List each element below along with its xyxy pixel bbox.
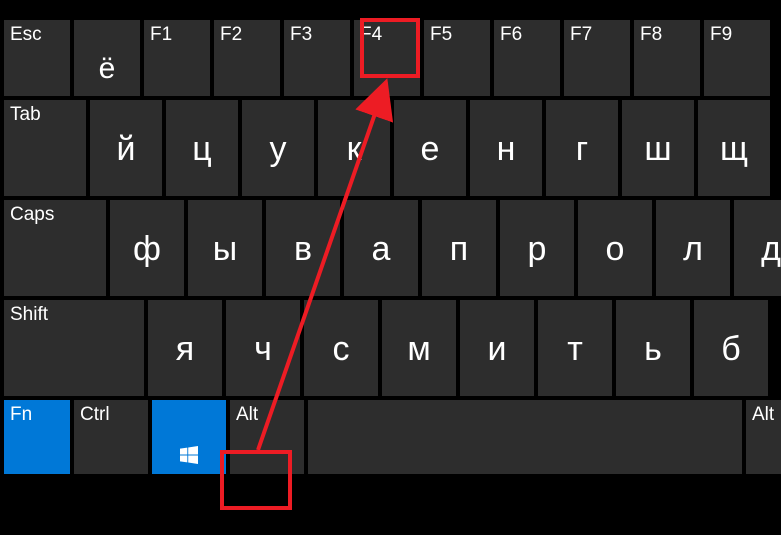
key-tab[interactable]: Tab xyxy=(4,100,86,196)
key-f6[interactable]: F6 xyxy=(494,20,560,96)
key-f[interactable]: а xyxy=(344,200,418,296)
on-screen-keyboard: Esc ё F1 F2 F3 F4 F5 F6 F7 F8 F9 Tab й ц… xyxy=(4,20,781,535)
key-alt-left[interactable]: Alt xyxy=(230,400,304,474)
key-label: я xyxy=(176,330,194,369)
key-label: а xyxy=(372,230,391,269)
key-t[interactable]: е xyxy=(394,100,466,196)
key-label: н xyxy=(497,130,516,169)
key-s[interactable]: ы xyxy=(188,200,262,296)
key-label: ф xyxy=(133,230,161,269)
key-esc[interactable]: Esc xyxy=(4,20,70,96)
key-label: ц xyxy=(192,130,211,169)
key-d[interactable]: в xyxy=(266,200,340,296)
key-label: ё xyxy=(99,52,116,86)
key-fn[interactable]: Fn xyxy=(4,400,70,474)
key-label: F4 xyxy=(360,24,382,46)
key-label: к xyxy=(347,130,362,169)
key-k[interactable]: л xyxy=(656,200,730,296)
key-label: Shift xyxy=(10,304,48,326)
key-q[interactable]: й xyxy=(90,100,162,196)
key-label: д xyxy=(761,230,781,269)
key-f7[interactable]: F7 xyxy=(564,20,630,96)
key-label: F1 xyxy=(150,24,172,46)
key-e[interactable]: у xyxy=(242,100,314,196)
key-label: F3 xyxy=(290,24,312,46)
key-label: Esc xyxy=(10,24,42,46)
key-label: м xyxy=(407,330,430,369)
key-i[interactable]: ш xyxy=(622,100,694,196)
key-label: й xyxy=(117,130,136,169)
key-f2[interactable]: F2 xyxy=(214,20,280,96)
key-label: ы xyxy=(213,230,237,269)
key-c[interactable]: с xyxy=(304,300,378,396)
key-f3[interactable]: F3 xyxy=(284,20,350,96)
keyboard-row-4: Shift я ч с м и т ь б xyxy=(4,300,781,396)
key-n[interactable]: т xyxy=(538,300,612,396)
keyboard-row-2: Tab й ц у к е н г ш щ xyxy=(4,100,781,196)
key-label: г xyxy=(576,130,588,169)
key-label: о xyxy=(606,230,625,269)
windows-icon xyxy=(180,446,198,464)
key-caps[interactable]: Caps xyxy=(4,200,106,296)
key-m[interactable]: ь xyxy=(616,300,690,396)
key-z[interactable]: я xyxy=(148,300,222,396)
key-label: F7 xyxy=(570,24,592,46)
key-label: Fn xyxy=(10,404,32,426)
keyboard-row-function: Esc ё F1 F2 F3 F4 F5 F6 F7 F8 F9 xyxy=(4,20,781,96)
key-label: у xyxy=(270,130,287,169)
key-f5[interactable]: F5 xyxy=(424,20,490,96)
key-label: т xyxy=(567,330,583,369)
key-shift[interactable]: Shift xyxy=(4,300,144,396)
key-u[interactable]: г xyxy=(546,100,618,196)
key-label: в xyxy=(294,230,312,269)
key-label: р xyxy=(528,230,547,269)
key-label: F5 xyxy=(430,24,452,46)
key-label: щ xyxy=(720,130,748,169)
key-o[interactable]: щ xyxy=(698,100,770,196)
key-f4[interactable]: F4 xyxy=(354,20,420,96)
key-space[interactable] xyxy=(308,400,742,474)
keyboard-row-5: Fn Ctrl Alt Alt xyxy=(4,400,781,474)
key-label: Ctrl xyxy=(80,404,110,426)
key-label: ш xyxy=(644,130,671,169)
key-h[interactable]: р xyxy=(500,200,574,296)
key-f8[interactable]: F8 xyxy=(634,20,700,96)
key-yo[interactable]: ё xyxy=(74,20,140,96)
key-label: F2 xyxy=(220,24,242,46)
keyboard-row-3: Caps ф ы в а п р о л д xyxy=(4,200,781,296)
key-label: F6 xyxy=(500,24,522,46)
key-g[interactable]: п xyxy=(422,200,496,296)
key-label: Caps xyxy=(10,204,54,226)
key-b[interactable]: и xyxy=(460,300,534,396)
key-label: л xyxy=(683,230,703,269)
key-a[interactable]: ф xyxy=(110,200,184,296)
key-l[interactable]: д xyxy=(734,200,781,296)
key-label: с xyxy=(333,330,350,369)
key-label: п xyxy=(450,230,468,269)
key-label: и xyxy=(488,330,507,369)
key-label: ь xyxy=(644,330,662,369)
key-label: ч xyxy=(254,330,272,369)
key-label: F9 xyxy=(710,24,732,46)
key-label: F8 xyxy=(640,24,662,46)
key-f9[interactable]: F9 xyxy=(704,20,770,96)
key-w[interactable]: ц xyxy=(166,100,238,196)
key-windows[interactable] xyxy=(152,400,226,474)
key-f1[interactable]: F1 xyxy=(144,20,210,96)
key-ctrl[interactable]: Ctrl xyxy=(74,400,148,474)
key-j[interactable]: о xyxy=(578,200,652,296)
key-comma[interactable]: б xyxy=(694,300,768,396)
key-v[interactable]: м xyxy=(382,300,456,396)
key-label: Alt xyxy=(752,404,774,426)
key-label: Alt xyxy=(236,404,258,426)
key-label: е xyxy=(421,130,440,169)
key-y[interactable]: н xyxy=(470,100,542,196)
key-x[interactable]: ч xyxy=(226,300,300,396)
key-label: б xyxy=(721,330,740,369)
key-alt-right[interactable]: Alt xyxy=(746,400,781,474)
key-label: Tab xyxy=(10,104,41,126)
key-r[interactable]: к xyxy=(318,100,390,196)
